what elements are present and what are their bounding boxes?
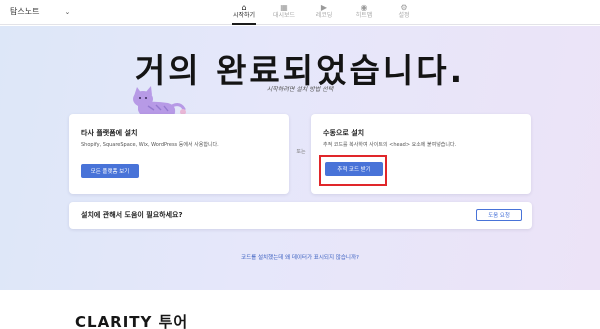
or-separator: 또는 [296,149,306,155]
view-all-platforms-button[interactable]: 모든 플랫폼 보기 [81,164,139,178]
home-icon: ⌂ [241,3,247,12]
nav-item-heatmaps[interactable]: ◉ 히트맵 [344,0,384,25]
gear-icon: ⚙ [400,3,408,12]
help-banner: 설치에 관해서 도움이 필요하세요? 도움 요청 [69,202,532,229]
nav-item-recordings[interactable]: ▶ 레코딩 [304,0,344,25]
request-help-button[interactable]: 도움 요청 [476,209,522,221]
highlight-box [319,155,387,186]
recording-icon: ▶ [320,3,328,12]
nav-label: 히트맵 [355,12,373,19]
nav-item-dashboard[interactable]: ▦ 대시보드 [264,0,304,25]
manual-card-description: 추적 코드를 복사하여 사이트의 <head> 요소에 붙여넣습니다. [323,142,457,148]
page-subtitle: 시작하려면 설치 방법 선택 [266,86,334,93]
integration-card-description: Shopify, SquareSpace, Wix, WordPress 등에서… [81,142,219,148]
integration-card-title: 타사 플랫폼에 설치 [81,129,138,137]
nav-label: 시작하기 [232,12,256,19]
no-data-help-link[interactable]: 코드를 설치했는데 왜 데이터가 표시되지 않습니까? [0,253,600,261]
nav-label: 레코딩 [315,12,333,19]
chevron-down-icon: ⌄ [64,7,71,16]
manual-card-title: 수동으로 설치 [323,129,365,137]
project-selector[interactable]: 탐스노트 ⌄ [10,6,70,17]
clarity-tour-heading: CLARITY 투어 [75,313,189,329]
integration-install-card: 타사 플랫폼에 설치 Shopify, SquareSpace, Wix, Wo… [69,114,289,194]
main-nav: ⌂ 시작하기 ▦ 대시보드 ▶ 레코딩 ◉ 히트맵 ⚙ 설정 [224,0,424,25]
top-bar: 탐스노트 ⌄ ⌂ 시작하기 ▦ 대시보드 ▶ 레코딩 ◉ 히트맵 ⚙ 설정 [0,0,600,25]
help-banner-text: 설치에 관해서 도움이 필요하세요? [81,211,183,219]
nav-item-getting-started[interactable]: ⌂ 시작하기 [224,0,264,25]
nav-label: 설정 [398,12,410,19]
nav-item-settings[interactable]: ⚙ 설정 [384,0,424,25]
nav-label: 대시보드 [272,12,296,19]
heatmap-icon: ◉ [360,3,368,12]
project-name: 탐스노트 [10,7,40,16]
dashboard-icon: ▦ [280,3,288,12]
